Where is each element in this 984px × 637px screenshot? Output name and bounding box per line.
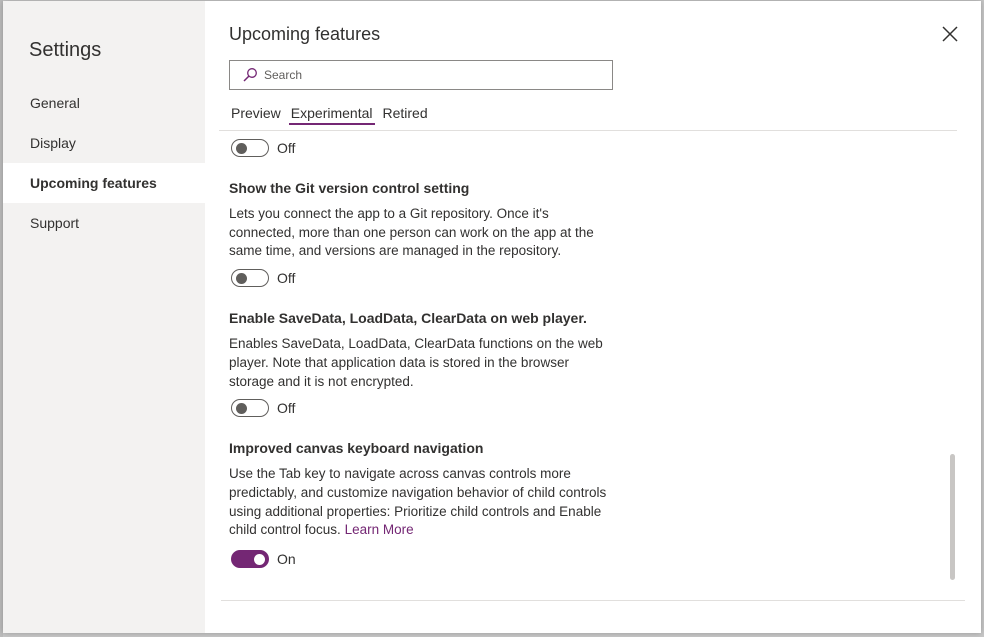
feature-tabs: Preview Experimental Retired — [229, 105, 436, 125]
scrollbar-thumb[interactable] — [950, 454, 955, 580]
search-box[interactable] — [229, 60, 613, 90]
close-icon — [942, 26, 958, 42]
toggle-knob — [236, 143, 247, 154]
toggle-state-label: On — [277, 551, 296, 568]
page-title: Upcoming features — [229, 24, 381, 44]
keyboard-navigation-toggle[interactable] — [231, 550, 269, 569]
nav-item-general[interactable]: General — [3, 83, 205, 123]
tab-preview[interactable]: Preview — [229, 105, 283, 125]
feature-description: Use the Tab key to navigate across canva… — [229, 465, 614, 540]
learn-more-link[interactable]: Learn More — [345, 522, 414, 537]
feature-toggle[interactable] — [231, 139, 269, 157]
close-button[interactable] — [939, 23, 961, 45]
feature-title: Improved canvas keyboard navigation — [229, 440, 484, 457]
nav-item-display[interactable]: Display — [3, 123, 205, 163]
savedata-web-player-toggle[interactable] — [231, 399, 269, 418]
toggle-knob — [254, 554, 265, 566]
search-input[interactable] — [264, 68, 604, 82]
tab-retired[interactable]: Retired — [381, 105, 430, 125]
feature-toggle-row: Off — [229, 398, 929, 418]
feature-title: Show the Git version control setting — [229, 180, 470, 196]
tab-divider — [219, 130, 957, 131]
tab-experimental[interactable]: Experimental — [288, 105, 375, 125]
settings-nav: General Display Upcoming features Suppor… — [3, 83, 205, 243]
feature-toggle-row: On — [229, 549, 929, 569]
settings-main-panel: Upcoming features Preview Experimental R… — [205, 1, 981, 633]
feature-description-text: Use the Tab key to navigate across canva… — [229, 466, 607, 538]
footer-divider — [221, 600, 965, 601]
feature-toggle-row: Off — [229, 268, 929, 288]
feature-description: Lets you connect the app to a Git reposi… — [229, 206, 594, 259]
toggle-state-label: Off — [277, 140, 296, 156]
feature-toggle-row: Off — [229, 138, 929, 158]
feature-title: Enable SaveData, LoadData, ClearData on … — [229, 310, 587, 327]
feature-description: Enables SaveData, LoadData, ClearData fu… — [229, 336, 603, 389]
settings-title: Settings — [29, 39, 102, 61]
search-icon — [243, 68, 257, 82]
toggle-state-label: Off — [277, 400, 296, 417]
toggle-knob — [236, 403, 247, 415]
toggle-state-label: Off — [277, 270, 296, 287]
nav-item-upcoming-features[interactable]: Upcoming features — [3, 163, 205, 203]
git-version-control-toggle[interactable] — [231, 269, 269, 288]
settings-dialog: Settings General Display Upcoming featur… — [3, 1, 981, 633]
feature-list: Off Show the Git version control setting… — [229, 132, 929, 600]
settings-sidebar: Settings General Display Upcoming featur… — [3, 1, 205, 633]
toggle-knob — [236, 273, 247, 285]
nav-item-support[interactable]: Support — [3, 203, 205, 243]
